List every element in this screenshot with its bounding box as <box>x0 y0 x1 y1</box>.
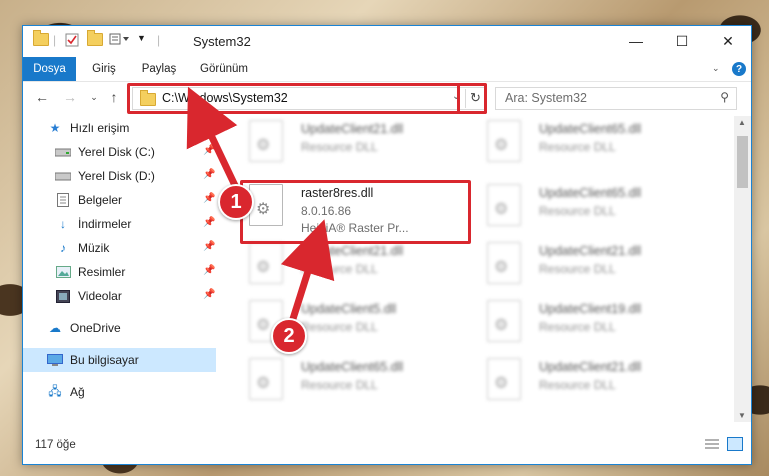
annotation-arrows <box>186 86 335 324</box>
step-badge-1: 1 <box>218 184 254 220</box>
step-badge-2: 2 <box>271 318 307 354</box>
arrow-2 <box>280 219 335 324</box>
